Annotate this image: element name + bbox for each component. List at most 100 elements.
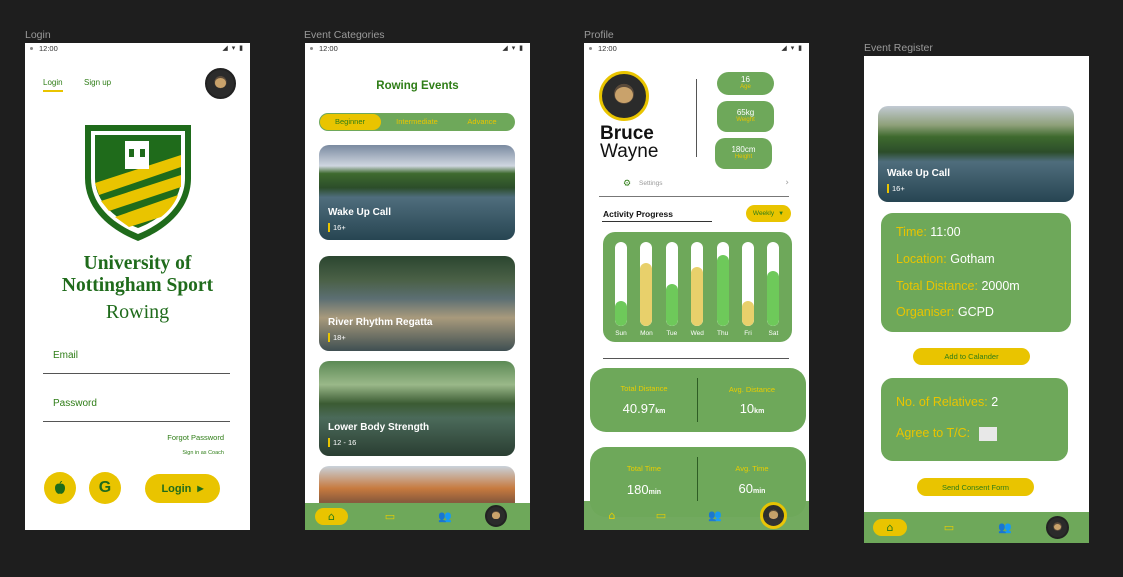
activity-fill: [691, 267, 704, 326]
divider: [603, 358, 789, 359]
detail-time: Time: 11:00: [896, 225, 961, 239]
activity-column-wed: [691, 242, 704, 326]
tab-intermediate[interactable]: Intermediate: [387, 117, 447, 126]
nav-messages[interactable]: ▭: [651, 507, 671, 524]
activity-column-sun: [615, 242, 627, 326]
weight-value: 65kg: [736, 108, 755, 117]
chat-icon: ▭: [655, 509, 667, 522]
activity-chart: Sun Mon Tue Wed Thu Fri Sat: [603, 232, 792, 342]
event-details-card: Time: 11:00 Location: Gotham Total Dista…: [881, 213, 1071, 332]
apple-login-button[interactable]: [44, 472, 76, 504]
chat-icon: ▭: [384, 510, 396, 523]
event-card-title: River Rhythm Regatta: [328, 317, 433, 328]
activity-column-sat: [767, 242, 780, 326]
distance-card: Total Distance 40.97km Avg. Distance 10k…: [590, 368, 806, 432]
detail-organiser: Organiser: GCPD: [896, 305, 994, 319]
divider: [602, 221, 712, 222]
tab-login[interactable]: Login: [43, 78, 63, 92]
total-distance-value: 40.97km: [622, 401, 666, 416]
send-consent-button[interactable]: Send Consent Form: [917, 478, 1034, 496]
age-value: 16: [741, 75, 750, 84]
avatar[interactable]: [205, 68, 236, 99]
relatives-row: No. of Relatives: 2: [896, 395, 999, 409]
nav-profile-avatar[interactable]: [485, 505, 507, 527]
logo-line-3: Rowing: [105, 301, 170, 323]
period-select[interactable]: Weekly ▼: [746, 205, 791, 222]
nav-people[interactable]: 👥: [995, 519, 1015, 536]
nav-messages[interactable]: ▭: [380, 508, 400, 525]
tab-signup[interactable]: Sign up: [84, 78, 111, 87]
nav-people[interactable]: 👥: [435, 508, 455, 525]
event-card-age: 12 - 16: [328, 438, 356, 447]
event-card[interactable]: River Rhythm Regatta 18+: [319, 256, 515, 351]
page-title: Rowing Events: [376, 80, 459, 92]
activity-fill: [665, 284, 678, 326]
height-badge: 180cm Height: [715, 138, 772, 169]
activity-fill: [716, 255, 729, 326]
home-icon: ⌂: [328, 510, 335, 523]
tab-beginner[interactable]: Beginner: [319, 117, 381, 126]
frame-label-register: Event Register: [864, 42, 933, 54]
login-screen: 12:00 ◢ ▾ ▮ Login Sign up University of …: [25, 43, 250, 530]
height-value: 180cm: [731, 145, 756, 154]
day-label: Tue: [666, 330, 678, 337]
nav-home[interactable]: ⌂: [602, 507, 622, 524]
settings-row[interactable]: ⚙ Settings ›: [599, 175, 789, 197]
add-calendar-button[interactable]: Add to Calander: [913, 348, 1030, 365]
tab-advance[interactable]: Advance: [452, 117, 512, 126]
avg-distance-value: 10km: [739, 401, 765, 416]
google-login-button[interactable]: G: [89, 472, 121, 504]
height-label: Height: [734, 154, 753, 160]
nav-people[interactable]: 👥: [705, 507, 725, 524]
event-card-age: 16+: [328, 223, 346, 232]
agree-checkbox[interactable]: [979, 427, 997, 441]
activity-column-tue: [665, 242, 678, 326]
status-bar: 12:00 ◢ ▾ ▮: [25, 43, 250, 55]
activity-fill: [767, 271, 780, 326]
frame-label-login: Login: [25, 29, 51, 41]
status-time: 12:00: [39, 44, 58, 53]
signal-battery-icon: ◢ ▾ ▮: [502, 45, 524, 52]
gear-icon: ⚙: [623, 179, 632, 189]
event-card-title: Wake Up Call: [328, 207, 391, 218]
password-field[interactable]: Password: [43, 391, 230, 422]
event-card[interactable]: Wake Up Call 16+: [319, 145, 515, 240]
day-label: Fri: [744, 330, 752, 337]
event-card-title: Wake Up Call: [887, 168, 950, 179]
nav-profile-avatar[interactable]: [1046, 516, 1069, 539]
status-bar: 12:00 ◢ ▾ ▮: [305, 43, 530, 55]
nav-profile-avatar[interactable]: [760, 502, 787, 529]
people-icon: 👥: [708, 509, 722, 522]
signal-battery-icon: ◢ ▾ ▮: [781, 45, 803, 52]
nav-home[interactable]: ⌂: [873, 519, 907, 536]
nav-messages[interactable]: ▭: [939, 519, 959, 536]
nav-home[interactable]: ⌂: [315, 508, 348, 525]
login-button[interactable]: Login ▶: [145, 474, 220, 503]
avg-distance-label: Avg. Distance: [728, 385, 776, 394]
add-calendar-label: Add to Calander: [944, 352, 999, 361]
register-screen: Wake Up Call 16+ Time: 11:00 Location: G…: [864, 56, 1089, 543]
activity-column-thu: [716, 242, 729, 326]
home-icon: ⌂: [608, 509, 616, 522]
profile-screen: 12:00 ◢ ▾ ▮ Bruce Wayne 16 Age 65kg Weig…: [584, 43, 809, 530]
signal-battery-icon: ◢ ▾ ▮: [222, 45, 244, 52]
last-name: Wayne: [600, 141, 659, 162]
coach-signin-link[interactable]: Sign in as Coach: [182, 450, 224, 456]
avatar[interactable]: [599, 71, 649, 121]
event-card[interactable]: Lower Body Strength 12 - 16: [319, 361, 515, 456]
email-label: Email: [53, 350, 79, 361]
event-card-age: 18+: [328, 333, 346, 342]
level-tabs: Beginner Intermediate Advance: [319, 113, 515, 131]
apple-icon: [55, 481, 65, 494]
forgot-password-link[interactable]: Forgot Password: [167, 433, 224, 442]
total-time-label: Total Time: [626, 464, 662, 473]
status-bar: 12:00 ◢ ▾ ▮: [584, 43, 809, 55]
chevron-right-icon: ›: [785, 178, 789, 188]
day-label: Thu: [716, 330, 729, 337]
email-field[interactable]: Email: [43, 343, 230, 374]
activity-fill: [615, 301, 627, 326]
home-icon: ⌂: [886, 521, 894, 534]
chevron-down-icon: ▼: [778, 210, 785, 217]
agree-row: Agree to T/C:: [896, 426, 971, 440]
logo-line-1: University of: [83, 253, 192, 274]
